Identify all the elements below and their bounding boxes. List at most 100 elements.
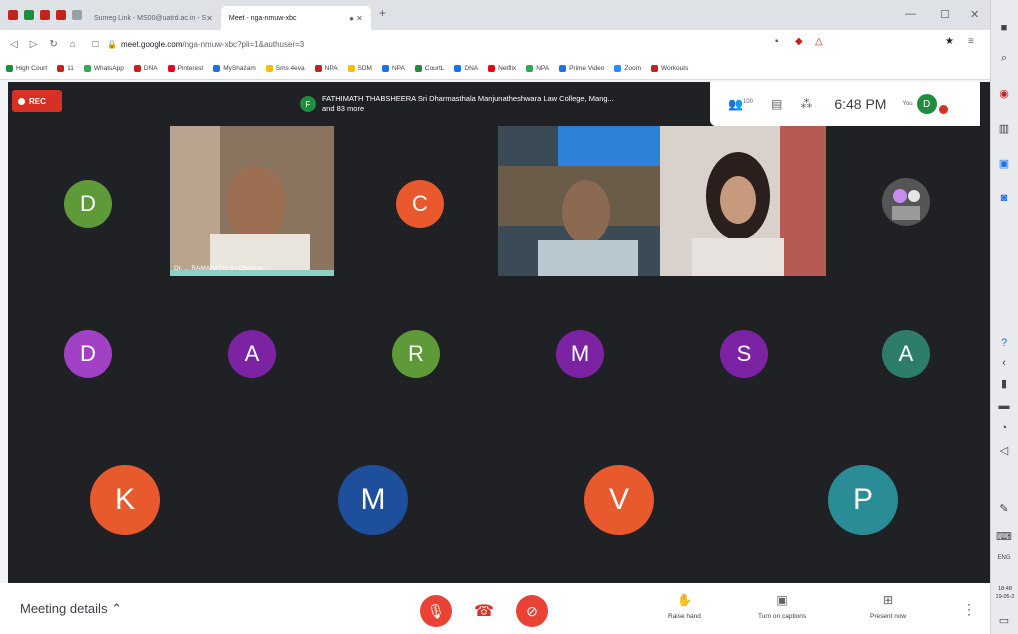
close-icon[interactable]: ✕ <box>206 14 213 23</box>
new-tab-icon[interactable]: + <box>379 6 386 20</box>
tab-icon[interactable] <box>72 10 82 20</box>
bookmark-label: NPA <box>536 65 550 72</box>
bookmark-item[interactable]: MyShazam <box>213 65 256 72</box>
camera-icon[interactable]: ▪ <box>775 36 779 47</box>
url-field[interactable]: ☐ 🔒 meet.google.com /nga-nmuw-xbc?pli=1&… <box>92 34 692 54</box>
pen-icon[interactable]: ✎ <box>996 500 1012 516</box>
start-icon[interactable]: ■ <box>996 20 1012 36</box>
bookmark-item[interactable]: 11 <box>57 65 74 72</box>
search-icon[interactable]: ⌕ <box>996 50 1012 66</box>
bookmark-item[interactable]: DNA <box>454 65 478 72</box>
app-icon[interactable]: ▥ <box>996 120 1012 136</box>
participant-avatar[interactable]: A <box>228 330 276 378</box>
bookmark-item[interactable]: WhatsApp <box>83 65 124 72</box>
bookmark-item[interactable]: High Court <box>6 65 47 72</box>
participant-video[interactable] <box>660 126 826 276</box>
bookmark-item[interactable]: Pinterest <box>167 65 203 72</box>
bookmark-item[interactable]: Sms 4eva <box>265 65 305 72</box>
reload-icon[interactable]: ↻ <box>49 39 57 50</box>
bookmark-item[interactable]: SDM <box>347 65 372 72</box>
participant-avatar[interactable]: D <box>64 330 112 378</box>
meet-icon[interactable] <box>24 10 34 20</box>
youtube-icon[interactable] <box>56 10 66 20</box>
bookmark-icon <box>57 65 65 72</box>
present-now-button[interactable]: ⊞ Present now <box>870 593 906 620</box>
more-options-icon[interactable]: ⋮ <box>962 601 976 618</box>
bookmark-item[interactable]: Zoom <box>614 65 641 72</box>
notifications-icon[interactable]: ▭ <box>996 612 1012 628</box>
bookmark-item[interactable]: CourtL <box>414 65 444 72</box>
lock-icon: 🔒 <box>107 39 117 49</box>
participant-avatar[interactable]: V <box>584 465 654 535</box>
extension-icon[interactable]: ◆ <box>795 36 803 47</box>
gmail-icon[interactable] <box>8 10 18 20</box>
volume-icon[interactable]: ◁ <box>996 442 1012 458</box>
browser-icon[interactable]: ◉ <box>996 85 1012 101</box>
help-icon[interactable]: ? <box>996 335 1012 351</box>
tab-sumeg[interactable]: Sumeg Link - MS00@uatrd.ac.in - S ✕ <box>86 6 221 30</box>
captions-label: Turn on captions <box>758 613 807 620</box>
close-window-icon[interactable]: ✕ <box>970 8 979 21</box>
maximize-icon[interactable]: ☐ <box>940 8 950 21</box>
people-icon[interactable]: 👥100 <box>728 97 753 111</box>
battery-icon[interactable]: ▮ <box>996 375 1012 391</box>
speaker-avatar: F <box>300 96 316 112</box>
bookmark-icon <box>347 65 355 72</box>
participant-avatar[interactable]: D <box>64 180 112 228</box>
hang-up-icon: ☎ <box>474 603 494 620</box>
keyboard-icon[interactable]: ⌨ <box>996 528 1012 544</box>
menu-icon[interactable]: ≡ <box>968 36 974 47</box>
minimize-icon[interactable]: — <box>905 8 916 20</box>
participant-avatar[interactable]: K <box>90 465 160 535</box>
outlook-icon[interactable]: ◙ <box>996 190 1012 206</box>
bookmark-icon <box>167 65 175 72</box>
address-bar: ◁ ▷ ↻ ⌂ ☐ 🔒 meet.google.com /nga-nmuw-xb… <box>0 30 990 58</box>
wifi-icon[interactable]: ◔ <box>996 420 1012 436</box>
participant-avatar[interactable]: S <box>720 330 768 378</box>
bookmark-item[interactable]: NPA <box>526 65 549 72</box>
close-icon[interactable]: ● ✕ <box>349 14 363 23</box>
bookmark-item[interactable]: NPA <box>381 65 405 72</box>
bookmark-item[interactable]: Workouts <box>651 65 688 72</box>
bookmark-page-icon[interactable]: ☐ <box>92 40 99 49</box>
bookmark-label: DNA <box>143 65 158 72</box>
participant-video[interactable]: Dr. ... RAMANATH Sri Dharma... <box>170 126 334 276</box>
participant-avatar[interactable]: M <box>556 330 604 378</box>
system-clock[interactable]: 18:48 19-05-2 <box>991 585 1018 601</box>
warning-icon[interactable]: △ <box>815 36 823 47</box>
chat-icon[interactable]: ▤ <box>771 97 782 111</box>
bookmark-icon <box>265 65 273 72</box>
camera-off-button[interactable]: ⊘ <box>516 595 548 627</box>
leave-call-button[interactable]: ☎ <box>470 597 498 625</box>
bookmark-item[interactable]: NPA <box>314 65 338 72</box>
participant-avatar[interactable]: M <box>338 465 408 535</box>
participant-avatar[interactable]: A <box>882 330 930 378</box>
gmail-icon[interactable] <box>40 10 50 20</box>
home-icon[interactable]: ⌂ <box>70 39 76 50</box>
raise-hand-button[interactable]: ✋ Raise hand <box>668 593 701 620</box>
mic-off-button[interactable]: 🎙 <box>420 595 452 627</box>
participant-video-frame <box>498 126 660 276</box>
tab-meet[interactable]: Meet - nga-nmuw-xbc ● ✕ <box>220 6 371 30</box>
bookmark-item[interactable]: Netflix <box>488 65 516 72</box>
self-avatar[interactable]: D <box>916 94 937 114</box>
language-icon[interactable]: ENG <box>996 550 1012 566</box>
chevron-left-icon[interactable]: ‹ <box>996 355 1012 371</box>
captions-button[interactable]: ▣ Turn on captions <box>758 593 806 620</box>
meeting-details-button[interactable]: Meeting details ⌃ <box>20 601 122 617</box>
forward-icon[interactable]: ▷ <box>30 39 38 50</box>
app-icon[interactable]: ▣ <box>996 155 1012 171</box>
bookmark-icon <box>488 65 496 72</box>
participant-avatar[interactable]: C <box>396 180 444 228</box>
bookmark-item[interactable]: DNA <box>133 65 158 72</box>
participant-video[interactable] <box>498 126 660 276</box>
participant-avatar[interactable]: R <box>392 330 440 378</box>
activities-icon[interactable]: ⁂ <box>800 97 812 111</box>
star-icon[interactable]: ★ <box>945 36 954 47</box>
bookmark-label: WhatsApp <box>93 65 124 72</box>
participant-avatar[interactable]: P <box>828 465 898 535</box>
network-icon[interactable]: ▬ <box>996 398 1012 414</box>
bookmark-item[interactable]: Prime Video <box>559 65 604 72</box>
participant-avatar-photo[interactable] <box>882 178 930 226</box>
back-icon[interactable]: ◁ <box>10 39 18 50</box>
